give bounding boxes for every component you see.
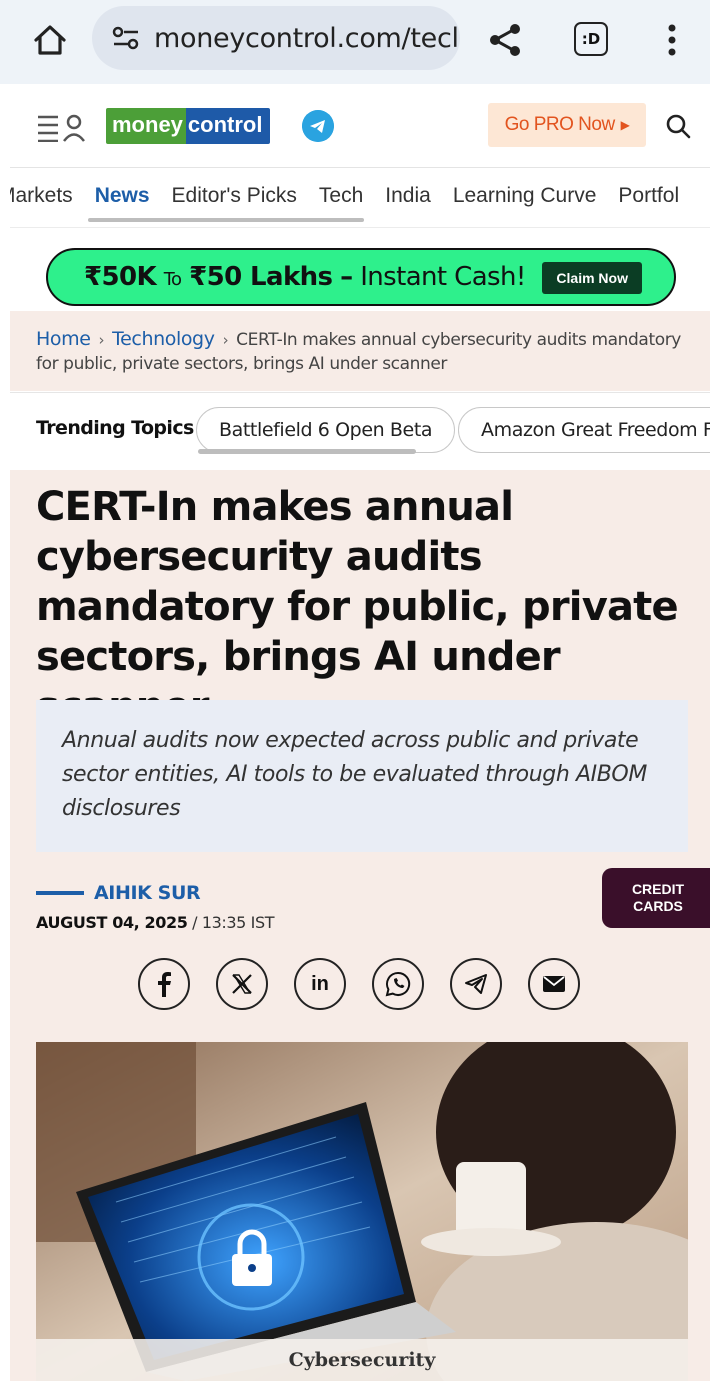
- author-name[interactable]: AIHIK SUR: [94, 882, 201, 904]
- instant-cash-banner[interactable]: ₹50K To ₹50 Lakhs – Instant Cash! Claim …: [46, 248, 676, 306]
- article: CERT-In makes annual cybersecurity audit…: [10, 470, 710, 1381]
- tab-switcher-button[interactable]: :D: [574, 22, 608, 56]
- trending-topic-pill[interactable]: Battlefield 6 Open Beta: [196, 407, 456, 453]
- share-icon[interactable]: [486, 20, 526, 60]
- nav-item-markets[interactable]: Markets: [10, 184, 73, 208]
- nav-item-learning-curve[interactable]: Learning Curve: [453, 184, 597, 208]
- trending-topic-pill[interactable]: Amazon Great Freedom Fe: [458, 407, 710, 453]
- nav-item-news[interactable]: News: [95, 184, 150, 208]
- claim-now-button[interactable]: Claim Now: [542, 262, 642, 294]
- cybersecurity-laptop-photo: [36, 1042, 688, 1381]
- article-title: CERT-In makes annual cybersecurity audit…: [36, 484, 679, 730]
- promo-section: ₹50K To ₹50 Lakhs – Instant Cash! Claim …: [10, 230, 710, 310]
- trending-label: Trending Topics: [36, 417, 194, 439]
- more-options-icon[interactable]: [662, 20, 682, 60]
- image-caption: Cybersecurity: [36, 1339, 688, 1381]
- trending-topics: Trending Topics Battlefield 6 Open Beta …: [10, 392, 710, 468]
- author-byline: AIHIK SUR: [36, 882, 201, 904]
- go-pro-button[interactable]: Go PRO Now ▶: [488, 103, 646, 147]
- telegram-icon[interactable]: [450, 958, 502, 1010]
- play-arrow-icon: ▶: [620, 118, 630, 132]
- menu-profile-icon[interactable]: [36, 112, 92, 142]
- telegram-badge-icon[interactable]: [302, 110, 334, 142]
- nav-scrollbar[interactable]: [88, 218, 364, 222]
- nav-item-tech[interactable]: Tech: [319, 184, 363, 208]
- site-header: money control Go PRO Now ▶: [10, 86, 710, 168]
- nav-item-india[interactable]: India: [385, 184, 431, 208]
- site-settings-icon[interactable]: [112, 26, 140, 50]
- browser-toolbar: moneycontrol.com/tecl :D: [0, 0, 710, 84]
- promo-text: ₹50K To ₹50 Lakhs – Instant Cash!: [84, 262, 526, 292]
- breadcrumb-home[interactable]: Home: [36, 328, 91, 350]
- author-accent-bar: [36, 891, 84, 895]
- address-bar[interactable]: moneycontrol.com/tecl: [92, 6, 460, 70]
- go-pro-label: Go PRO Now: [504, 114, 616, 135]
- logo-money: money: [106, 108, 186, 144]
- logo-control: control: [185, 108, 271, 144]
- social-share-bar: in: [138, 958, 606, 1010]
- nav-item-editors-picks[interactable]: Editor's Picks: [172, 184, 297, 208]
- nav-item-portfolio[interactable]: Portfol: [618, 184, 679, 208]
- trending-scrollbar[interactable]: [198, 449, 416, 454]
- chevron-right-icon: ›: [222, 331, 229, 349]
- chevron-right-icon: ›: [98, 331, 105, 349]
- credit-cards-badge[interactable]: CREDIT CARDS: [602, 868, 710, 928]
- linkedin-icon[interactable]: in: [294, 958, 346, 1010]
- x-icon[interactable]: [216, 958, 268, 1010]
- main-navigation: Markets News Editor's Picks Tech India L…: [10, 170, 710, 228]
- article-hero-image[interactable]: Cybersecurity: [36, 1042, 688, 1381]
- search-icon[interactable]: [664, 112, 692, 140]
- breadcrumb: Home › Technology › CERT-In makes annual cyb…: [10, 311, 710, 391]
- whatsapp-icon[interactable]: [372, 958, 424, 1010]
- facebook-icon[interactable]: [138, 958, 190, 1010]
- article-summary: Annual audits now expected across public…: [36, 700, 688, 852]
- breadcrumb-technology[interactable]: Technology: [112, 328, 215, 350]
- publish-date: AUGUST 04, 2025 / 13:35 IST: [36, 913, 275, 932]
- home-icon[interactable]: [30, 20, 70, 60]
- url-text: moneycontrol.com/tecl: [154, 22, 459, 54]
- email-icon[interactable]: [528, 958, 580, 1010]
- moneycontrol-logo[interactable]: money control: [106, 108, 271, 144]
